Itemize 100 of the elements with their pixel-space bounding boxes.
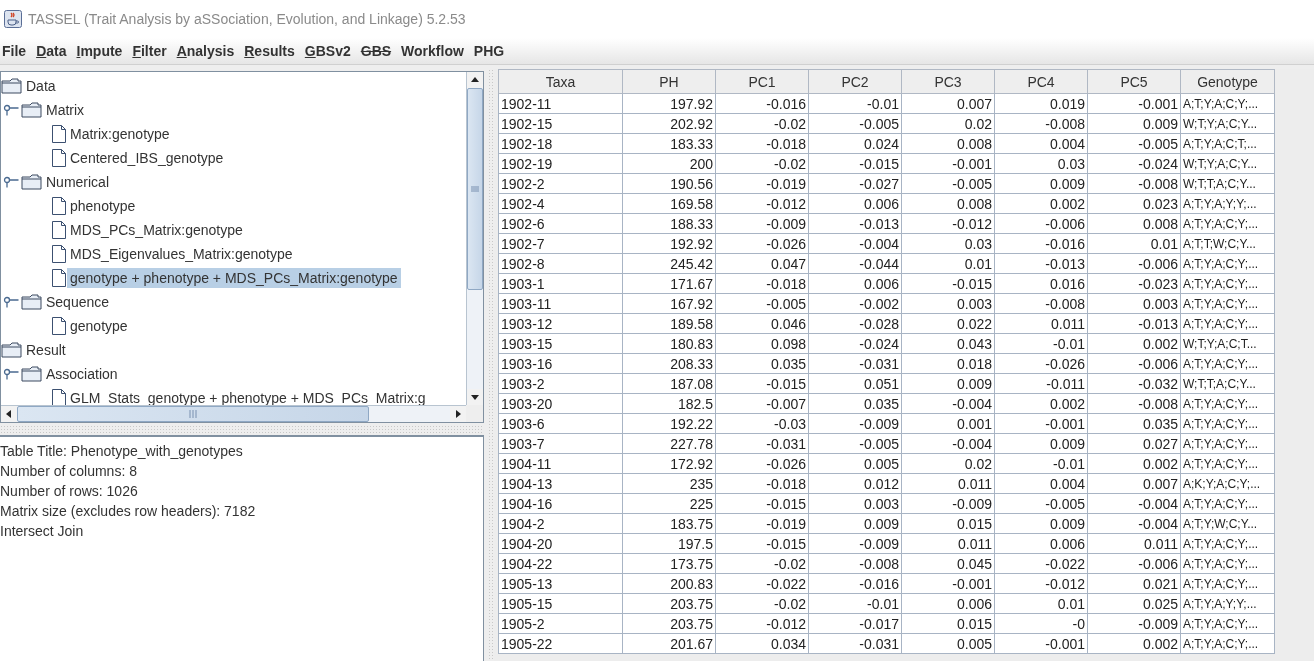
expanded-handle-icon[interactable] — [3, 296, 19, 308]
table-cell: -0.004 — [901, 393, 995, 414]
table-cell: 183.33 — [622, 133, 716, 154]
table-cell: -0.001 — [901, 573, 995, 594]
table-cell: -0.023 — [1087, 273, 1181, 294]
column-header[interactable]: Genotype — [1180, 69, 1275, 94]
table-cell: -0.008 — [1087, 393, 1181, 414]
table-cell: -0.022 — [715, 573, 809, 594]
table-cell: 202.92 — [622, 113, 716, 134]
table-cell: -0.005 — [1087, 133, 1181, 154]
scrollbar-corner — [466, 405, 483, 422]
table-cell: A;T;Y;W;C;Y... — [1180, 513, 1275, 534]
table-cell: 1905-15 — [498, 593, 623, 614]
table-cell: 1903-16 — [498, 353, 623, 374]
expanded-handle-icon[interactable] — [3, 368, 19, 380]
grip-icon — [470, 186, 480, 192]
column-header[interactable]: PH — [622, 69, 716, 94]
table-cell: 197.92 — [622, 93, 716, 114]
table-cell: -0.015 — [715, 493, 809, 514]
table-cell: 0.003 — [808, 493, 902, 514]
table-cell: A;T;Y;A;C;Y;... — [1180, 93, 1275, 114]
tree-item[interactable]: Sequence — [43, 292, 113, 312]
tree-item[interactable]: Centered_IBS_genotype — [67, 148, 227, 168]
table-cell: 200.83 — [622, 573, 716, 594]
menu-item[interactable]: Data — [34, 41, 74, 61]
table-cell: -0.018 — [715, 473, 809, 494]
table-cell: 1902-4 — [498, 193, 623, 214]
scroll-right-button[interactable] — [450, 406, 466, 422]
tree-item[interactable]: Matrix — [43, 100, 88, 120]
column-header[interactable]: PC1 — [715, 69, 809, 94]
vertical-scrollbar[interactable] — [466, 72, 483, 405]
table-cell: -0.022 — [994, 553, 1088, 574]
tree-item[interactable]: Data — [23, 76, 59, 96]
menu-item[interactable]: Impute — [74, 41, 130, 61]
table-cell: 182.5 — [622, 393, 716, 414]
tree-item[interactable]: Result — [23, 340, 69, 360]
tree-item[interactable]: genotype — [67, 316, 131, 336]
table-cell: -0.019 — [715, 513, 809, 534]
folder-icon — [21, 174, 43, 190]
menu-item[interactable]: Workflow — [399, 41, 471, 61]
tree-item[interactable]: genotype + phenotype + MDS_PCs_Matrix:genotype — [67, 268, 401, 288]
document-icon — [51, 388, 67, 405]
table-cell: 1903-2 — [498, 373, 623, 394]
table-cell: -0.028 — [808, 313, 902, 334]
splitter-handle[interactable] — [0, 425, 484, 433]
table-cell: 0.009 — [994, 433, 1088, 454]
window-title: TASSEL (Trait Analysis by aSSociation, Evolution, and Linkage) 5.2.53 — [28, 11, 466, 27]
table-cell: 0.035 — [808, 393, 902, 414]
menu-item[interactable]: GBSv2 — [302, 41, 358, 61]
table-cell: 0.009 — [994, 173, 1088, 194]
table-cell: 0.007 — [901, 93, 995, 114]
table-cell: 0.046 — [715, 313, 809, 334]
tree-item[interactable]: MDS_Eigenvalues_Matrix:genotype — [67, 244, 296, 264]
tree-item[interactable]: Numerical — [43, 172, 112, 192]
tree-item[interactable]: Association — [43, 364, 121, 384]
table-cell: 1902-7 — [498, 233, 623, 254]
table-cell: 235 — [622, 473, 716, 494]
menu-item[interactable]: Analysis — [174, 41, 242, 61]
table-cell: 227.78 — [622, 433, 716, 454]
table-cell: 167.92 — [622, 293, 716, 314]
scroll-thumb[interactable] — [17, 406, 369, 422]
table-cell: -0.024 — [808, 333, 902, 354]
expanded-handle-icon[interactable] — [3, 176, 19, 188]
scroll-down-button[interactable] — [467, 389, 483, 405]
table-cell: 192.92 — [622, 233, 716, 254]
scroll-up-button[interactable] — [467, 72, 483, 88]
table-cell: -0.017 — [808, 613, 902, 634]
column-header[interactable]: Taxa — [498, 69, 623, 94]
menu-item[interactable]: File — [0, 41, 34, 61]
table-cell: -0.011 — [994, 373, 1088, 394]
table-cell: -0.001 — [994, 633, 1088, 654]
document-icon — [51, 268, 67, 288]
scroll-left-button[interactable] — [1, 406, 17, 422]
tree-item[interactable]: Matrix:genotype — [67, 124, 173, 144]
table-cell: 0.003 — [1087, 293, 1181, 314]
table-cell: -0.008 — [994, 293, 1088, 314]
table-cell: -0.008 — [994, 113, 1088, 134]
table-cell: 1904-16 — [498, 493, 623, 514]
expanded-handle-icon[interactable] — [3, 104, 19, 116]
column-header[interactable]: PC4 — [994, 69, 1088, 94]
table-cell: 190.56 — [622, 173, 716, 194]
menu-item[interactable]: Filter — [130, 41, 174, 61]
column-header[interactable]: PC5 — [1087, 69, 1181, 94]
menu-item[interactable]: GBS — [358, 41, 399, 61]
column-header[interactable]: PC2 — [808, 69, 902, 94]
table-cell: A;T;Y;A;C;Y;... — [1180, 453, 1275, 474]
tree-item[interactable]: phenotype — [67, 196, 139, 216]
table-cell: 0.009 — [1087, 113, 1181, 134]
column-header[interactable]: PC3 — [901, 69, 995, 94]
menu-item[interactable]: PHG — [471, 41, 512, 61]
scroll-thumb[interactable] — [467, 88, 483, 290]
table-cell: 0.03 — [901, 233, 995, 254]
horizontal-scrollbar[interactable] — [1, 405, 466, 422]
table-cell: -0.044 — [808, 253, 902, 274]
tree-item[interactable]: MDS_PCs_Matrix:genotype — [67, 220, 246, 240]
menu-item[interactable]: Results — [242, 41, 302, 61]
table-cell: -0.015 — [901, 273, 995, 294]
table-cell: 0.022 — [901, 313, 995, 334]
table-cell: 0.009 — [808, 513, 902, 534]
info-line: Intersect Join — [0, 522, 85, 541]
